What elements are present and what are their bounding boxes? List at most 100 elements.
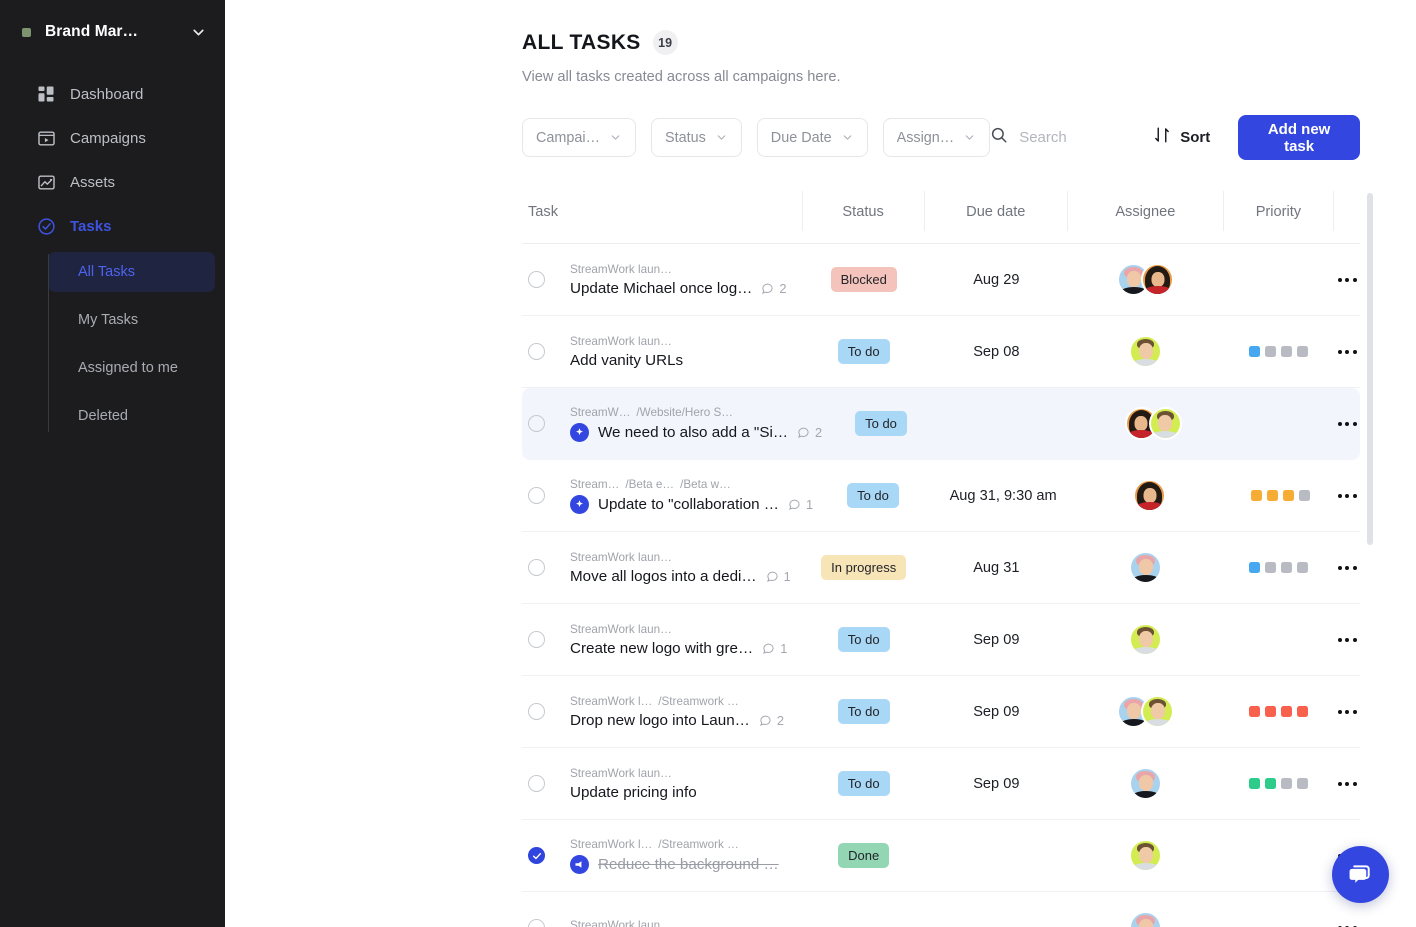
- avatar[interactable]: [1141, 263, 1175, 296]
- sort-button[interactable]: Sort: [1153, 126, 1210, 149]
- table-row[interactable]: StreamWork launch Move all logos into a d…: [522, 532, 1360, 604]
- cell-due-date[interactable]: [940, 388, 1078, 460]
- task-checkbox[interactable]: [528, 415, 545, 432]
- priority-indicator[interactable]: [1249, 562, 1309, 573]
- cell-due-date[interactable]: Aug 31, 9:30 am: [933, 460, 1074, 532]
- cell-status[interactable]: In progress: [803, 532, 925, 604]
- row-more-options-icon[interactable]: [1336, 776, 1359, 792]
- vertical-scrollbar[interactable]: [1367, 193, 1373, 545]
- row-more-options-icon[interactable]: [1336, 488, 1359, 504]
- task-name[interactable]: Update pricing info: [570, 784, 697, 801]
- filter-due-date[interactable]: Due Date: [756, 118, 868, 157]
- priority-indicator[interactable]: [1249, 778, 1309, 789]
- task-name[interactable]: Update Michael once log…: [570, 280, 752, 297]
- sidebar-item-my-tasks[interactable]: My Tasks: [48, 300, 215, 340]
- table-row[interactable]: StreamWork l… /Streamwork … Drop new logo …: [522, 676, 1360, 748]
- task-checkbox[interactable]: [528, 703, 545, 720]
- cell-assignee[interactable]: [1068, 820, 1224, 892]
- cell-status[interactable]: Blocked: [803, 244, 925, 316]
- task-name[interactable]: We need to also add a "Si…: [598, 424, 788, 441]
- cell-status[interactable]: To do: [813, 460, 933, 532]
- cell-due-date[interactable]: [925, 892, 1068, 927]
- cell-assignee[interactable]: [1068, 244, 1224, 316]
- filter-assignee[interactable]: Assign…: [882, 118, 991, 157]
- chevron-down-icon[interactable]: [190, 24, 207, 41]
- cell-due-date[interactable]: Sep 09: [925, 676, 1068, 748]
- search-box[interactable]: [990, 126, 1132, 149]
- row-more-options-icon[interactable]: [1336, 920, 1359, 927]
- task-name[interactable]: Update to "collaboration …: [598, 496, 779, 513]
- table-row[interactable]: Stream… /Beta e… /Beta w… Update to "collab…: [522, 460, 1360, 532]
- chat-bubble-icon[interactable]: [1332, 846, 1389, 903]
- task-checkbox[interactable]: [528, 847, 545, 864]
- sidebar-item-tasks[interactable]: Tasks: [0, 204, 225, 248]
- table-row[interactable]: StreamWork launch: [522, 892, 1360, 927]
- avatar[interactable]: [1129, 911, 1163, 927]
- brand-switcher[interactable]: Brand Mar…: [0, 0, 225, 64]
- table-row[interactable]: StreamWork l… /Streamwork … Reduce the bac…: [522, 820, 1360, 892]
- task-name[interactable]: Drop new logo into Laun…: [570, 712, 750, 729]
- sidebar-item-campaigns[interactable]: Campaigns: [0, 116, 225, 160]
- cell-assignee[interactable]: [1068, 316, 1224, 388]
- cell-status[interactable]: [803, 892, 925, 927]
- sidebar-item-dashboard[interactable]: Dashboard: [0, 72, 225, 116]
- cell-assignee[interactable]: [1068, 676, 1224, 748]
- sidebar-item-assigned-to-me[interactable]: Assigned to me: [48, 348, 215, 388]
- task-checkbox[interactable]: [528, 775, 545, 792]
- sidebar-item-assets[interactable]: Assets: [0, 160, 225, 204]
- filter-campaign[interactable]: Campai…: [522, 118, 636, 157]
- cell-due-date[interactable]: Aug 29: [925, 244, 1068, 316]
- avatar[interactable]: [1129, 623, 1163, 656]
- row-more-options-icon[interactable]: [1336, 272, 1359, 288]
- table-row[interactable]: StreamWork launch Add vanity URLs To do Sep…: [522, 316, 1360, 388]
- task-checkbox[interactable]: [528, 559, 545, 576]
- sidebar-item-deleted[interactable]: Deleted: [48, 396, 215, 436]
- cell-due-date[interactable]: Aug 31: [925, 532, 1068, 604]
- cell-status[interactable]: To do: [803, 316, 925, 388]
- table-row[interactable]: StreamWork launch Create new logo with gr…: [522, 604, 1360, 676]
- cell-due-date[interactable]: Sep 09: [925, 604, 1068, 676]
- task-checkbox[interactable]: [528, 631, 545, 648]
- row-more-options-icon[interactable]: [1336, 704, 1359, 720]
- cell-status[interactable]: To do: [803, 604, 925, 676]
- cell-status[interactable]: To do: [803, 748, 925, 820]
- priority-indicator[interactable]: [1249, 346, 1309, 357]
- task-name[interactable]: Move all logos into a dedi…: [570, 568, 757, 585]
- table-row[interactable]: StreamW… /Website/Hero Se… We need to also…: [522, 388, 1360, 460]
- sidebar-item-all-tasks[interactable]: All Tasks: [48, 252, 215, 292]
- row-more-options-icon[interactable]: [1336, 344, 1359, 360]
- priority-indicator[interactable]: [1250, 490, 1310, 501]
- cell-due-date[interactable]: [925, 820, 1068, 892]
- cell-assignee[interactable]: [1078, 388, 1228, 460]
- task-checkbox[interactable]: [528, 271, 545, 288]
- avatar[interactable]: [1148, 407, 1182, 440]
- table-row[interactable]: StreamWork launch Update Michael once log…: [522, 244, 1360, 316]
- row-more-options-icon[interactable]: [1336, 416, 1359, 432]
- avatar[interactable]: [1129, 839, 1163, 872]
- table-row[interactable]: StreamWork launch Update pricing info To d…: [522, 748, 1360, 820]
- row-more-options-icon[interactable]: [1336, 560, 1359, 576]
- cell-status[interactable]: Done: [803, 820, 925, 892]
- task-checkbox[interactable]: [528, 919, 545, 927]
- avatar[interactable]: [1129, 767, 1163, 800]
- search-input[interactable]: [1019, 129, 1132, 146]
- priority-indicator[interactable]: [1249, 706, 1309, 717]
- cell-due-date[interactable]: Sep 08: [925, 316, 1068, 388]
- filter-status[interactable]: Status: [650, 118, 742, 157]
- task-name[interactable]: Reduce the background …: [598, 856, 779, 873]
- avatar[interactable]: [1129, 551, 1163, 584]
- cell-assignee[interactable]: [1068, 748, 1224, 820]
- cell-assignee[interactable]: [1068, 604, 1224, 676]
- add-new-task-button[interactable]: Add new task: [1238, 115, 1360, 160]
- task-name[interactable]: Add vanity URLs: [570, 352, 683, 369]
- cell-assignee[interactable]: [1068, 532, 1224, 604]
- avatar[interactable]: [1129, 335, 1163, 368]
- avatar[interactable]: [1133, 479, 1167, 512]
- task-name[interactable]: Create new logo with gre…: [570, 640, 753, 657]
- cell-due-date[interactable]: Sep 09: [925, 748, 1068, 820]
- task-checkbox[interactable]: [528, 343, 545, 360]
- cell-status[interactable]: To do: [803, 676, 925, 748]
- cell-status[interactable]: To do: [822, 388, 940, 460]
- task-checkbox[interactable]: [528, 487, 545, 504]
- avatar[interactable]: [1141, 695, 1175, 728]
